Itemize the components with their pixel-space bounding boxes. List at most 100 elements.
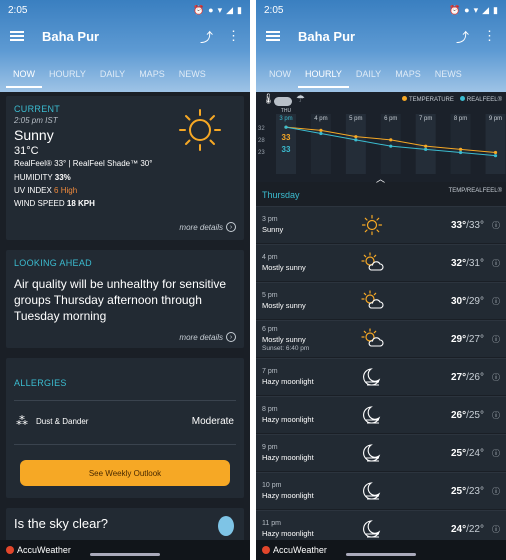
wind-row: WIND SPEED 18 KPH [14, 199, 236, 208]
first-realfeel-label: 33 [282, 145, 291, 154]
info-icon[interactable]: ⓘ [484, 410, 500, 421]
divider [14, 400, 236, 401]
hour-realfeel: /23° [466, 485, 484, 497]
allergy-item: Dust & Dander [36, 416, 89, 426]
hour-realfeel: /29° [466, 295, 484, 307]
sun-icon [352, 214, 392, 236]
looking-ahead-card[interactable]: LOOKING AHEAD Air quality will be unheal… [6, 250, 244, 348]
gesture-bar[interactable] [346, 553, 416, 556]
accuweather-logo-icon [262, 546, 270, 554]
tab-news[interactable]: NEWS [172, 64, 213, 88]
hour-info: 4 pm Mostly sunny [262, 254, 352, 272]
hourly-row[interactable]: 5 pm Mostly sunny 30°/29° ⓘ [256, 282, 506, 319]
data-point [424, 144, 428, 148]
hazy-moon-icon [352, 366, 392, 388]
info-icon[interactable]: ⓘ [484, 334, 500, 345]
hourly-row[interactable]: 7 pm Hazy moonlight 27°/26° ⓘ [256, 358, 506, 395]
dust-icon: ⁂ [16, 414, 28, 428]
hour-condition: Mostly sunny [262, 301, 306, 310]
gesture-bar[interactable] [90, 553, 160, 556]
hourly-row[interactable]: 8 pm Hazy moonlight 26°/25° ⓘ [256, 396, 506, 433]
hour-column [276, 114, 296, 174]
tab-now[interactable]: NOW [262, 64, 298, 88]
more-options-icon[interactable]: ⋮ [483, 28, 496, 44]
hour-condition: Hazy moonlight [262, 529, 314, 538]
menu-icon[interactable] [10, 31, 24, 41]
app-bar: Baha Pur ⤴ ⋮ [0, 22, 250, 50]
tab-news[interactable]: NEWS [428, 64, 469, 88]
hourly-row[interactable]: 9 pm Hazy moonlight 25°/24° ⓘ [256, 434, 506, 471]
tab-maps[interactable]: MAPS [388, 64, 428, 88]
info-icon[interactable]: ⓘ [484, 486, 500, 497]
hour-temp: 29° [450, 333, 467, 345]
hourly-row[interactable]: 3 pm Sunny 33°/33° ⓘ [256, 206, 506, 243]
hour-info: 10 pm Hazy moonlight [262, 482, 352, 500]
tab-hourly[interactable]: HOURLY [298, 64, 349, 88]
hour-realfeel: /25° [466, 409, 484, 421]
screenshot-root: 2:05 ⏰ ● ▾ ◢ ▮ Baha Pur ⤴ ⋮ NOW HOURLY D… [0, 0, 506, 560]
ahead-more-details[interactable]: more details › [179, 332, 236, 342]
status-icons: ⏰ ● ▾ ◢ ▮ [193, 5, 242, 16]
hour-temps: 29°/27° [392, 334, 484, 345]
hourly-row[interactable]: 4 pm Mostly sunny 32°/31° ⓘ [256, 244, 506, 281]
tab-maps[interactable]: MAPS [132, 64, 172, 88]
info-icon[interactable]: ⓘ [484, 220, 500, 231]
tab-hourly[interactable]: HOURLY [42, 64, 93, 88]
menu-icon[interactable] [266, 31, 280, 41]
tab-bar: NOW HOURLY DAILY MAPS NEWS [0, 64, 250, 88]
divider [14, 444, 236, 445]
tab-daily[interactable]: DAILY [93, 64, 132, 88]
hourly-row[interactable]: 6 pm Mostly sunny Sunset: 6:40 pm 29°/27° ⓘ [256, 320, 506, 357]
weekly-outlook-button[interactable]: See Weekly Outlook [20, 460, 230, 486]
chevron-up-icon[interactable]: ︿ [376, 172, 385, 185]
wind-label: WIND SPEED [14, 199, 65, 208]
location-icon: ● [208, 5, 214, 15]
hour-info: 7 pm Hazy moonlight [262, 368, 352, 386]
share-icon[interactable]: ⤴ [200, 27, 213, 46]
hour-temps: 25°/23° [392, 486, 484, 497]
hour-column [415, 114, 436, 174]
hourly-row[interactable]: 10 pm Hazy moonlight 25°/23° ⓘ [256, 472, 506, 509]
partly-sunny-icon [352, 328, 392, 350]
battery-icon: ▮ [237, 4, 242, 15]
info-icon[interactable]: ⓘ [484, 448, 500, 459]
tab-daily[interactable]: DAILY [349, 64, 388, 88]
allergies-heading: ALLERGIES [14, 378, 67, 388]
arrow-right-icon: › [226, 332, 236, 342]
x-tick-label: 5 pm [349, 116, 362, 122]
allergy-level: Moderate [191, 415, 234, 427]
info-icon[interactable]: ⓘ [484, 258, 500, 269]
footer: AccuWeather [0, 540, 250, 560]
data-point [319, 131, 323, 136]
current-more-details[interactable]: more details › [179, 222, 236, 232]
hour-info: 8 pm Hazy moonlight [262, 406, 352, 424]
hour-time: 5 pm [262, 292, 278, 299]
partly-sunny-icon [352, 252, 392, 274]
status-bar: 2:05 ⏰ ● ▾ ◢ ▮ [0, 0, 250, 20]
hour-temps: 27°/26° [392, 372, 484, 383]
info-icon[interactable]: ⓘ [484, 524, 500, 535]
more-options-icon[interactable]: ⋮ [227, 28, 240, 44]
hour-info: 3 pm Sunny [262, 216, 352, 234]
data-point [424, 147, 428, 151]
info-icon[interactable]: ⓘ [484, 296, 500, 307]
tab-now[interactable]: NOW [6, 64, 42, 88]
hour-realfeel: /27° [466, 333, 484, 345]
hour-temp: 25° [450, 447, 467, 459]
data-point [354, 135, 358, 139]
allergy-row[interactable]: ⁂ Dust & Dander Moderate [16, 414, 234, 428]
hour-temps: 33°/33° [392, 220, 484, 231]
alarm-icon: ⏰ [192, 4, 205, 15]
signal-icon: ◢ [482, 4, 490, 15]
hour-time: 11 pm [262, 520, 281, 527]
data-point [389, 138, 393, 142]
data-point [389, 144, 393, 148]
info-icon[interactable]: ⓘ [484, 372, 500, 383]
share-icon[interactable]: ⤴ [456, 27, 469, 46]
hour-time: 7 pm [262, 368, 278, 375]
location-icon: ● [464, 5, 470, 15]
status-time: 2:05 [264, 4, 284, 16]
hour-temp: 24° [450, 523, 467, 535]
current-conditions-card[interactable]: CURRENT 2:05 pm IST Sunny 31°C RealFeel®… [6, 96, 244, 240]
hourly-chart[interactable]: 🌡 ☂ TEMPERATURE REALFEEL® 32 28 23 3 pm 4 pm… [256, 92, 506, 185]
